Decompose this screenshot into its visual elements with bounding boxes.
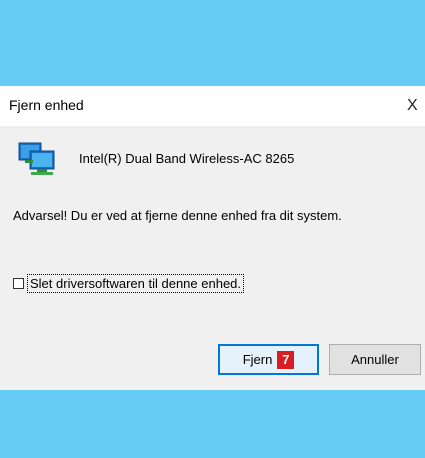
title-bar: Fjern enhed X <box>0 86 425 126</box>
remove-device-dialog: Fjern enhed X Intel(R) Dual Band Wireles… <box>0 86 425 390</box>
delete-driver-checkbox[interactable] <box>13 278 24 289</box>
delete-driver-label[interactable]: Slet driversoftwaren til denne enhed. <box>27 274 245 293</box>
device-name: Intel(R) Dual Band Wireless-AC 8265 <box>79 151 295 166</box>
dialog-title: Fjern enhed <box>9 97 84 113</box>
step-badge: 7 <box>277 350 295 369</box>
cancel-button[interactable]: Annuller <box>329 344 421 375</box>
network-adapter-icon <box>18 142 55 175</box>
delete-driver-option[interactable]: Slet driversoftwaren til denne enhed. <box>13 274 245 293</box>
warning-text: Advarsel! Du er ved at fjerne denne enhe… <box>13 208 342 223</box>
remove-button[interactable]: Fjern 7 <box>218 344 319 375</box>
cancel-button-label: Annuller <box>351 352 399 367</box>
close-button[interactable]: X <box>407 92 425 120</box>
remove-button-label: Fjern <box>242 352 273 367</box>
